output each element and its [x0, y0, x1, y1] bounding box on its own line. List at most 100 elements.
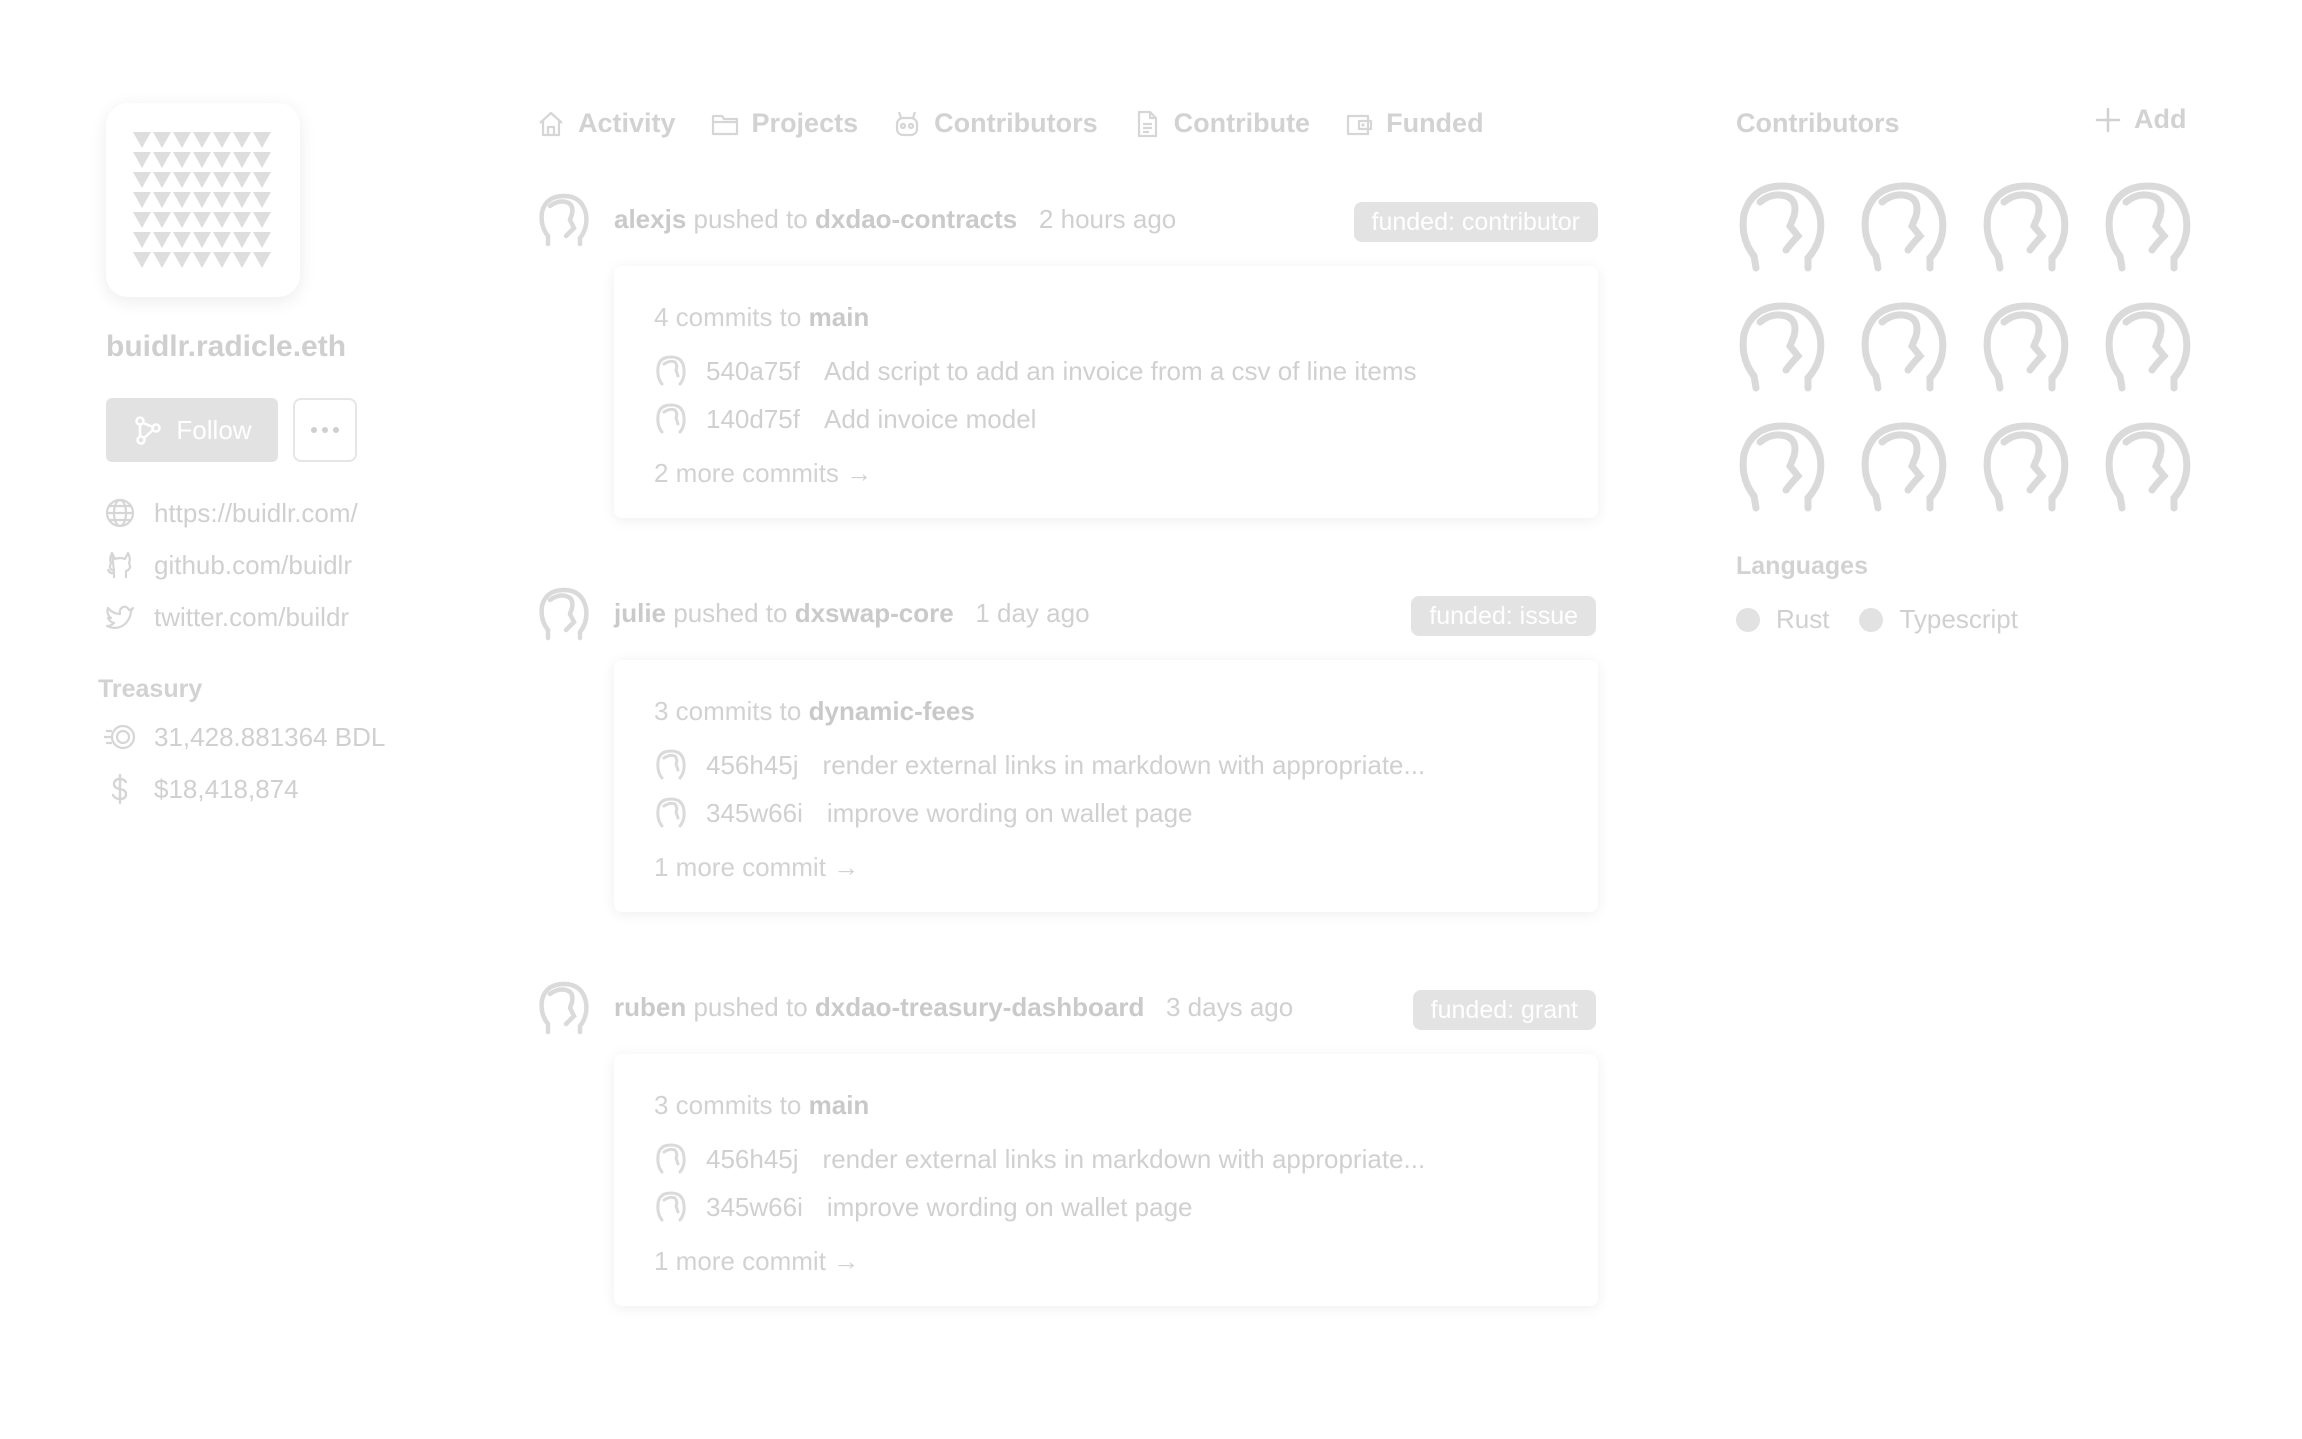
activity-repo[interactable]: dxswap-core — [795, 598, 954, 629]
more-commits-link[interactable]: 1 more commit → — [654, 1246, 859, 1277]
contributor-avatar-icon[interactable] — [1858, 300, 1950, 392]
dollar-icon — [111, 773, 128, 805]
commit-row[interactable]: 140d75f Add invoice model — [654, 402, 1036, 436]
github-link[interactable]: github.com/buidlr — [104, 548, 358, 582]
activity-header: ruben pushed to dxdao-treasury-dashboard… — [536, 980, 1598, 1036]
contributor-avatar-icon[interactable] — [2102, 180, 2194, 272]
commit-avatar-icon — [656, 1143, 686, 1174]
commit-hash[interactable]: 345w66i — [706, 1192, 803, 1223]
contributor-avatar-icon[interactable] — [1736, 420, 1828, 512]
commit-row[interactable]: 540a75f Add script to add an invoice fro… — [654, 354, 1416, 388]
commit-avatar-icon — [656, 355, 686, 386]
tab-label: Contributors — [934, 108, 1098, 138]
activity-time: 2 hours ago — [1038, 204, 1177, 234]
commit-summary: 3 commits to main — [654, 1090, 869, 1121]
follow-icon — [135, 416, 162, 445]
ellipsis-icon — [311, 427, 339, 433]
commit-row[interactable]: 345w66i improve wording on wallet page — [654, 1190, 1193, 1224]
commit-message: Add script to add an invoice from a csv … — [823, 355, 1417, 386]
contributor-avatar-icon[interactable] — [1980, 420, 2072, 512]
commit-hash[interactable]: 540a75f — [706, 356, 800, 387]
tab-projects[interactable]: Projects — [710, 108, 858, 139]
website-link[interactable]: https://buidlr.com/ — [104, 496, 358, 530]
usd-balance-text: $18,418,874 — [154, 773, 299, 804]
more-options-button[interactable] — [293, 398, 357, 462]
profile-name: buidlr.radicle.eth — [106, 330, 347, 363]
commit-row[interactable]: 345w66i improve wording on wallet page — [654, 796, 1193, 830]
wallet-icon — [1346, 114, 1373, 135]
tab-contribute[interactable]: Contribute — [1132, 108, 1310, 139]
user-avatar-icon[interactable] — [536, 586, 592, 642]
contributors-icon — [896, 111, 919, 136]
more-commits-link[interactable]: 1 more commit → — [654, 852, 859, 883]
commit-message: improve wording on wallet page — [826, 1191, 1193, 1222]
treasury-list: 31,428.881364 BDL $18,418,874 — [104, 720, 385, 806]
activity-repo[interactable]: dxdao-contracts — [815, 204, 1017, 235]
activity-header: julie pushed to dxswap-core 1 day ago fu… — [536, 586, 1598, 642]
activity-time: 1 day ago — [975, 598, 1090, 628]
commit-row[interactable]: 456h45j render external links in markdow… — [654, 748, 1425, 782]
commit-message: render external links in markdown with a… — [822, 1143, 1426, 1174]
treasury-token-balance: 31,428.881364 BDL — [104, 720, 385, 754]
more-commits-link[interactable]: 2 more commits → — [654, 458, 872, 489]
branch-name[interactable]: dynamic-fees — [809, 696, 975, 726]
language-typescript: Typescript — [1899, 604, 2018, 634]
contributor-avatar-icon[interactable] — [2102, 420, 2194, 512]
activity-time: 3 days ago — [1166, 992, 1294, 1022]
activity-user[interactable]: ruben — [614, 992, 686, 1023]
follow-button[interactable]: Follow — [106, 398, 278, 462]
tab-funded[interactable]: Funded — [1344, 108, 1484, 139]
contributor-avatar-icon[interactable] — [1980, 300, 2072, 392]
tab-label: Funded — [1386, 108, 1484, 138]
document-icon — [1137, 110, 1157, 137]
user-avatar-icon[interactable] — [536, 192, 592, 248]
treasury-label: Treasury — [98, 675, 203, 703]
tab-label: Activity — [578, 108, 676, 138]
contributor-avatar-icon[interactable] — [1736, 300, 1828, 392]
contributors-grid — [1736, 180, 2194, 512]
commit-hash[interactable]: 140d75f — [706, 404, 800, 435]
globe-icon — [105, 498, 135, 528]
funded-badge: funded: grant — [1412, 990, 1596, 1030]
commit-hash[interactable]: 456h45j — [706, 1144, 799, 1175]
contributor-avatar-icon[interactable] — [1858, 180, 1950, 272]
commit-message: Add invoice model — [823, 403, 1037, 434]
activity-action: pushed to — [693, 204, 808, 234]
commit-message: improve wording on wallet page — [826, 797, 1193, 828]
commit-hash[interactable]: 345w66i — [706, 798, 803, 829]
contributor-avatar-icon[interactable] — [1980, 180, 2072, 272]
tab-contributors[interactable]: Contributors — [892, 108, 1098, 139]
tab-label: Contribute — [1173, 108, 1311, 138]
commit-count: 4 commits to — [654, 302, 802, 332]
project-logo — [106, 103, 300, 297]
language-rust: Rust — [1776, 604, 1830, 634]
activity-header: alexjs pushed to dxdao-contracts 2 hours… — [536, 192, 1598, 248]
commit-avatar-icon — [656, 1191, 686, 1222]
commit-summary: 4 commits to main — [654, 302, 869, 333]
add-label: Add — [2134, 104, 2187, 134]
contributor-avatar-icon[interactable] — [1736, 180, 1828, 272]
languages-list: Rust Typescript — [1736, 604, 2018, 635]
branch-name[interactable]: main — [809, 1090, 870, 1120]
commit-count: 3 commits to — [654, 1090, 802, 1120]
tab-activity[interactable]: Activity — [536, 108, 676, 139]
language-dot — [1859, 607, 1884, 632]
twitter-link[interactable]: twitter.com/buildr — [104, 600, 358, 634]
add-contributor-button[interactable]: Add — [2094, 104, 2186, 135]
commit-avatar-icon — [656, 797, 686, 828]
user-avatar-icon[interactable] — [536, 980, 592, 1036]
commit-card: 3 commits to dynamic-fees 456h45j render… — [614, 660, 1598, 912]
branch-name[interactable]: main — [809, 302, 870, 332]
commit-message: render external links in markdown with a… — [822, 749, 1426, 780]
activity-user[interactable]: julie — [614, 598, 666, 629]
triangle-pattern-logo — [133, 132, 271, 268]
commit-row[interactable]: 456h45j render external links in markdow… — [654, 1142, 1425, 1176]
activity-user[interactable]: alexjs — [614, 204, 686, 235]
commit-count: 3 commits to — [654, 696, 802, 726]
commit-card: 4 commits to main 540a75f Add script to … — [614, 266, 1598, 518]
twitter-icon — [105, 605, 135, 630]
commit-hash[interactable]: 456h45j — [706, 750, 799, 781]
contributor-avatar-icon[interactable] — [2102, 300, 2194, 392]
activity-repo[interactable]: dxdao-treasury-dashboard — [815, 992, 1144, 1023]
contributor-avatar-icon[interactable] — [1858, 420, 1950, 512]
